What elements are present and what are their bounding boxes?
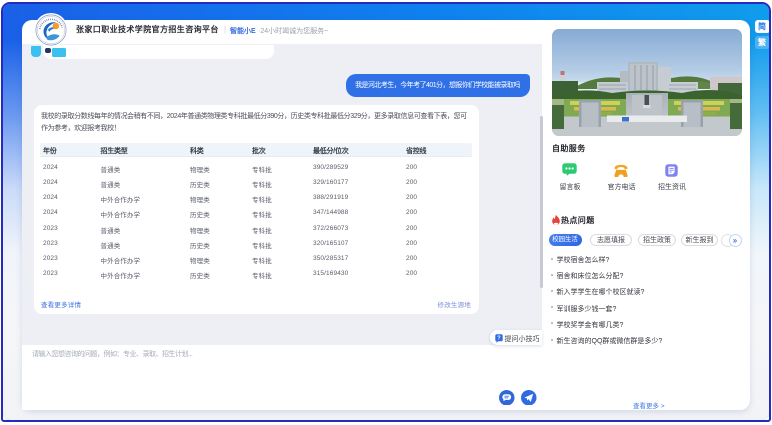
svg-text:?: ? (497, 335, 500, 341)
